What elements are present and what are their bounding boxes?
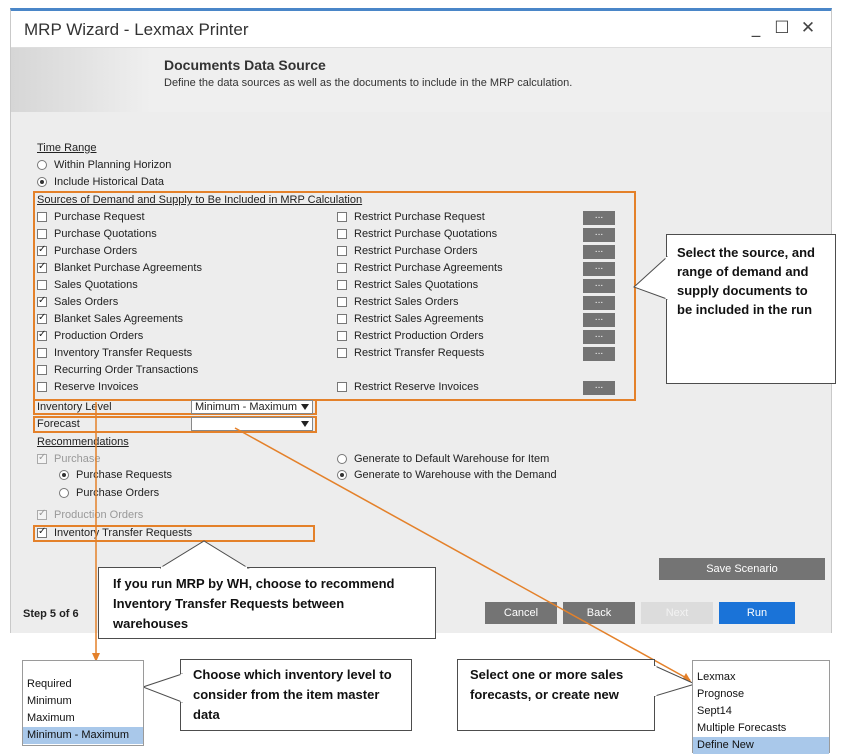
forecast-callout-text: Select one or more sales forecasts, or c… [470,667,624,702]
inventory-callout: Choose which inventory level to consider… [180,659,412,731]
transfer-callout-pointer [160,540,250,570]
inventory-level-option[interactable]: Minimum - Maximum [23,727,143,744]
forecast-option[interactable]: Multiple Forecasts [693,720,829,737]
forecast-option[interactable]: Sept14 [693,703,829,720]
forecast-callout-pointer [653,665,697,697]
inventory-callout-pointer [142,673,184,703]
forecast-connector-line [234,427,691,681]
forecast-popup: Lexmax Prognose Sept14 Multiple Forecasts De… [692,660,830,754]
transfer-callout-text: If you run MRP by WH, choose to recommen… [113,576,395,631]
forecast-option[interactable]: Prognose [693,686,829,703]
forecast-option[interactable]: Define New [693,737,829,754]
sources-callout-pointer [633,255,669,300]
inventory-level-option[interactable]: Minimum [23,693,143,710]
inventory-level-option[interactable]: Maximum [23,710,143,727]
inventory-callout-text: Choose which inventory level to consider… [193,667,392,722]
forecast-option[interactable]: Lexmax [693,669,829,686]
sources-callout: Select the source, and range of demand a… [666,234,836,384]
inventory-level-option[interactable]: Required [23,676,143,693]
forecast-callout: Select one or more sales forecasts, or c… [457,659,655,731]
transfer-callout: If you run MRP by WH, choose to recommen… [98,567,436,639]
inventory-level-popup: Required Minimum Maximum Minimum - Maximum [22,660,144,746]
sources-callout-text: Select the source, and range of demand a… [677,245,815,317]
